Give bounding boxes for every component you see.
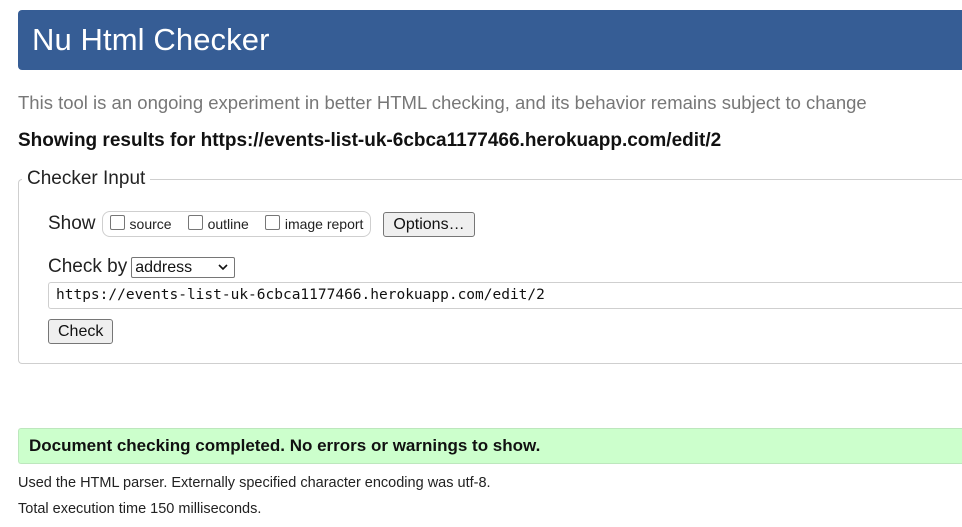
- show-label: Show: [48, 213, 96, 234]
- show-outline-option[interactable]: outline: [187, 214, 249, 232]
- show-row: Show source outline image report Options…: [48, 211, 475, 237]
- chevron-down-icon: [218, 263, 228, 270]
- app-header: Nu Html Checker: [18, 10, 962, 70]
- show-image-report-option[interactable]: image report: [264, 214, 364, 232]
- success-message: Document checking completed. No errors o…: [29, 436, 541, 455]
- show-source-option[interactable]: source: [109, 214, 172, 232]
- url-input[interactable]: https://events-list-uk-6cbca1177466.hero…: [48, 282, 962, 309]
- outline-label: outline: [207, 216, 249, 232]
- check-by-select[interactable]: address: [131, 256, 236, 278]
- app-title: Nu Html Checker: [32, 22, 270, 57]
- image-report-checkbox[interactable]: [264, 214, 280, 230]
- check-by-row: Check by address: [48, 255, 236, 279]
- outline-checkbox[interactable]: [187, 214, 203, 230]
- check-by-label: Check by: [48, 256, 128, 277]
- source-checkbox[interactable]: [109, 214, 125, 230]
- tool-description: This tool is an ongoing experiment in be…: [18, 92, 867, 113]
- execution-time: Total execution time 150 milliseconds.: [18, 501, 262, 517]
- parser-info: Used the HTML parser. Externally specifi…: [18, 475, 491, 491]
- checker-input-legend: Checker Input: [22, 168, 151, 190]
- options-button[interactable]: Options…: [383, 211, 475, 237]
- check-by-selected-value: address: [135, 258, 193, 276]
- source-label: source: [129, 216, 172, 232]
- show-options-group: source outline image report: [101, 211, 372, 237]
- success-message-box: Document checking completed. No errors o…: [18, 428, 962, 464]
- image-report-label: image report: [284, 216, 364, 232]
- results-heading: Showing results for https://events-list-…: [18, 130, 722, 151]
- check-button[interactable]: Check: [48, 319, 114, 344]
